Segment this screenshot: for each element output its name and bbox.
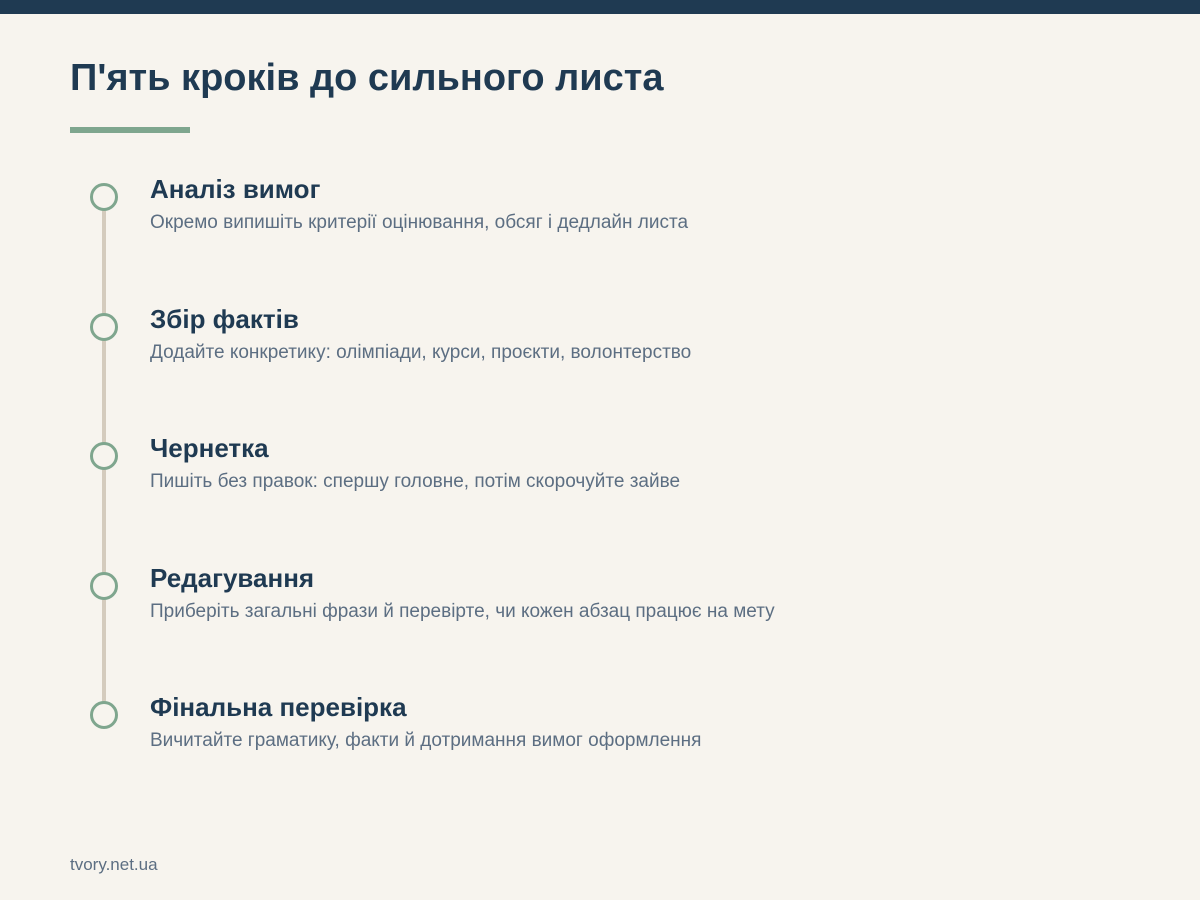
step-title: Редагування <box>150 563 315 593</box>
circle-outline-icon <box>90 701 118 729</box>
step-title: Аналіз вимог <box>150 174 321 204</box>
circle-outline-icon <box>90 442 118 470</box>
top-accent-bar <box>0 0 1200 14</box>
page-title: П'ять кроків до сильного листа <box>70 57 664 99</box>
circle-outline-icon <box>90 183 118 211</box>
step-title: Чернетка <box>150 433 269 463</box>
timeline-step-4: Редагування Приберіть загальні фрази й п… <box>0 563 1200 663</box>
footer-site-label: tvory.net.ua <box>70 855 158 874</box>
timeline-step-5: Фінальна перевірка Вичитайте граматику, … <box>0 692 1200 792</box>
step-description: Приберіть загальні фрази й перевірте, чи… <box>150 601 775 622</box>
step-description: Вичитайте граматику, факти й дотримання … <box>150 730 702 751</box>
timeline-step-3: Чернетка Пишіть без правок: спершу голов… <box>0 433 1200 533</box>
step-description: Додайте конкретику: олімпіади, курси, пр… <box>150 342 692 363</box>
step-title: Фінальна перевірка <box>150 692 407 722</box>
title-underline <box>70 127 190 133</box>
step-title: Збір фактів <box>150 304 299 334</box>
circle-outline-icon <box>90 313 118 341</box>
circle-outline-icon <box>90 572 118 600</box>
step-description: Пишіть без правок: спершу головне, потім… <box>150 471 681 492</box>
timeline-step-2: Збір фактів Додайте конкретику: олімпіад… <box>0 304 1200 404</box>
timeline-step-1: Аналіз вимог Окремо випишіть критерії оц… <box>0 174 1200 274</box>
step-description: Окремо випишіть критерії оцінювання, обс… <box>150 212 689 233</box>
